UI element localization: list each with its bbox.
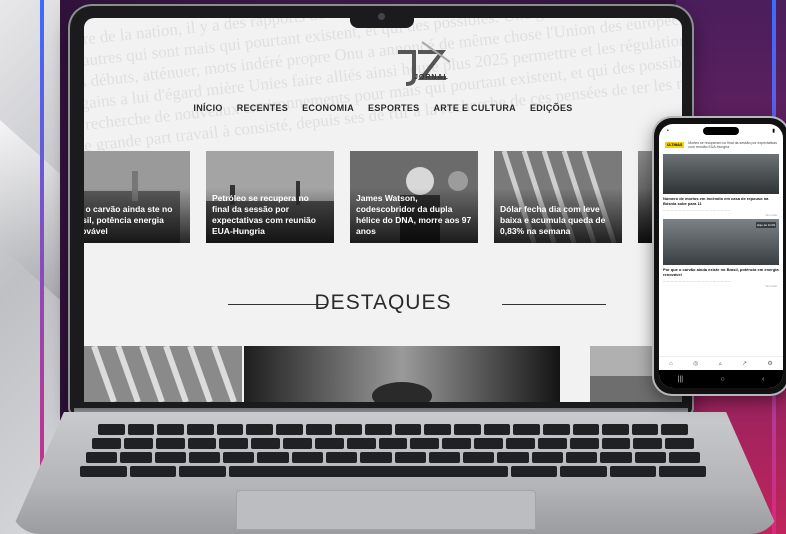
- phone-read-more[interactable]: Ver mais: [665, 284, 777, 288]
- news-carousel: que o carvão ainda ste no Brasil, potênc…: [84, 151, 682, 243]
- news-card[interactable]: Dólar fecha dia com leve baixa e acumula…: [494, 151, 622, 243]
- card-title: James Watson, codescobridor da dupla hél…: [356, 193, 472, 236]
- back-icon[interactable]: ‹: [762, 376, 764, 383]
- nav-item-arte-e-cultura[interactable]: ARTE E CULTURA: [433, 103, 516, 113]
- share-icon[interactable]: ↗: [742, 360, 747, 367]
- logo-word: JORNAL: [414, 74, 449, 81]
- site-logo[interactable]: [392, 38, 452, 90]
- card-title: Dólar fecha dia com leve baixa e acumula…: [500, 204, 606, 236]
- nav-item-economia[interactable]: ECONOMIA: [302, 103, 354, 113]
- section-divider-left: [228, 304, 328, 305]
- card-title: que o carvão ainda ste no Brasil, potênc…: [84, 204, 173, 236]
- phone-system-nav: ||| ○ ‹: [659, 370, 783, 388]
- dynamic-island: [703, 127, 739, 135]
- nav-item-recentes[interactable]: RECENTES: [237, 103, 288, 113]
- phone-article-text: — — — — — — — — — — — — — — — — — —: [663, 208, 732, 212]
- featured-image-money[interactable]: [84, 346, 242, 402]
- news-card[interactable]: Petróleo se recupera no final da sessão …: [206, 151, 334, 243]
- featured-images: [84, 346, 682, 402]
- phone-bottom-nav: ⌂ ◎ ▵ ↗ ⚙: [659, 356, 783, 370]
- camera-notch: [350, 6, 414, 28]
- section-title: DESTAQUES: [314, 291, 452, 314]
- recent-apps-icon[interactable]: |||: [678, 376, 683, 383]
- globe-icon[interactable]: ◎: [693, 360, 698, 367]
- article-time-tag: Hoje às 11:09: [755, 222, 776, 228]
- nav-item-inicio[interactable]: INÍCIO: [193, 103, 222, 113]
- home-icon[interactable]: ⌂: [669, 361, 673, 367]
- home-circle-icon[interactable]: ○: [720, 376, 724, 383]
- phone-article-title[interactable]: Número de mortos em incêndio em casa de …: [663, 196, 779, 206]
- phone-ticker[interactable]: ÚLTIMAS Mortes se recuperam no final da …: [659, 138, 783, 152]
- settings-icon[interactable]: ⚙: [767, 360, 772, 367]
- laptop-screen: l'histoire de la nation, il y a des rapp…: [84, 18, 682, 402]
- news-card[interactable]: que o carvão ainda ste no Brasil, potênc…: [84, 151, 190, 243]
- edge-stripe-left: [40, 0, 44, 534]
- nav-item-edicoes[interactable]: EDIÇÕES: [530, 103, 573, 113]
- phone-article-image[interactable]: [663, 154, 779, 194]
- phone-read-more[interactable]: Ver mais: [665, 213, 777, 217]
- phone-screen: • ▮ ÚLTIMAS Mortes se recuperam no final …: [659, 124, 783, 388]
- latest-badge: ÚLTIMAS: [665, 142, 685, 148]
- chart-icon[interactable]: ▵: [719, 360, 722, 367]
- phone-article-text: — — — — — — — — — — — — — — — — — —: [663, 279, 732, 283]
- nav-item-esportes[interactable]: ESPORTES: [368, 103, 419, 113]
- featured-image-main[interactable]: [244, 346, 560, 402]
- phone-article-title[interactable]: Por que o carvão ainda existe no Brasil,…: [663, 267, 779, 277]
- section-divider-right: [502, 304, 606, 305]
- main-nav: INÍCIO RECENTES ECONOMIA ESPORTES ARTE E…: [84, 103, 682, 113]
- card-title: Petróleo se recupera no final da sessão …: [212, 193, 316, 236]
- phone-article-image[interactable]: Hoje às 11:09: [663, 219, 779, 265]
- news-card[interactable]: James Watson, codescobridor da dupla hél…: [350, 151, 478, 243]
- section-heading: DESTAQUES: [84, 291, 682, 315]
- trackpad: [236, 490, 536, 530]
- ticker-headline: Mortes se recuperam no final da sessão p…: [688, 141, 778, 149]
- keyboard: [78, 424, 708, 486]
